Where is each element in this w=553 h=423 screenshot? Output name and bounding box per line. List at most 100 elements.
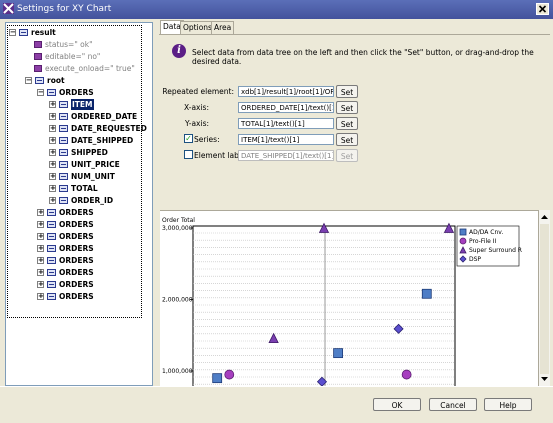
tree-label: ORDERS [59, 256, 94, 265]
repeated-element-label: Repeated element: [162, 87, 234, 96]
legend-marker [459, 237, 467, 245]
tree-label: DATE_SHIPPED [71, 136, 134, 145]
expand-toggle[interactable]: + [49, 101, 56, 108]
tree-label: ITEM [71, 99, 94, 110]
set-xaxis-button[interactable]: Set [336, 101, 358, 114]
tree-label: status=" ok" [45, 40, 93, 49]
tree-label: ORDERS [59, 220, 94, 229]
tree-label: execute_onload=" true" [45, 64, 135, 73]
expand-toggle[interactable]: + [49, 113, 56, 120]
cancel-button[interactable]: Cancel [429, 398, 477, 411]
data-point [224, 369, 235, 380]
collapse-toggle[interactable]: − [25, 77, 32, 84]
element-icon [59, 101, 68, 108]
expand-toggle[interactable]: + [37, 233, 44, 240]
tree-label: NUM_UNIT [71, 172, 115, 181]
chart-title: Order Total [162, 217, 195, 224]
tree-label: ORDERS [59, 268, 94, 277]
element-icon [35, 77, 44, 84]
data-point [212, 373, 223, 384]
data-tree[interactable]: − result status=" ok" editable=" no" exe… [5, 22, 153, 386]
tab-options[interactable]: Options [180, 21, 215, 34]
element-icon [47, 257, 56, 264]
scroll-up-icon[interactable] [539, 212, 550, 222]
collapse-toggle[interactable]: − [9, 29, 16, 36]
scroll-down-icon[interactable] [539, 374, 550, 384]
expand-toggle[interactable]: + [37, 293, 44, 300]
close-button[interactable] [536, 3, 549, 15]
expand-toggle[interactable]: + [49, 161, 56, 168]
data-point [421, 288, 432, 299]
expand-toggle[interactable]: + [37, 281, 44, 288]
y-tick-label: 2,000,000 [162, 297, 193, 304]
series-checkbox[interactable]: ✓ [184, 134, 193, 143]
yaxis-field[interactable]: TOTAL[1]/text()[1] [238, 118, 334, 129]
expand-toggle[interactable]: + [49, 137, 56, 144]
element-icon [47, 89, 56, 96]
collapse-toggle[interactable]: − [37, 89, 44, 96]
expand-toggle[interactable]: + [49, 173, 56, 180]
expand-toggle[interactable]: + [49, 149, 56, 156]
tree-label: root [47, 76, 65, 85]
attribute-icon [34, 41, 42, 48]
tree-label: ORDERS [59, 280, 94, 289]
set-series-button[interactable]: Set [336, 133, 358, 146]
set-repeated-button[interactable]: Set [336, 85, 358, 98]
element-label-checkbox[interactable] [184, 150, 193, 159]
tree-label: editable=" no" [45, 52, 101, 61]
app-icon [3, 3, 14, 14]
element-icon [47, 245, 56, 252]
tree-label: ORDERS [59, 244, 94, 253]
element-icon [59, 197, 68, 204]
repeated-element-field[interactable]: xdb[1]/result[1]/root[1]/ORDE [238, 86, 334, 97]
attribute-icon [34, 65, 42, 72]
tree-label: SHIPPED [71, 148, 108, 157]
expand-toggle[interactable]: + [49, 185, 56, 192]
expand-toggle[interactable]: + [37, 221, 44, 228]
tree-label: DATE_REQUESTED [71, 124, 147, 133]
element-icon [59, 173, 68, 180]
expand-toggle[interactable]: + [37, 269, 44, 276]
tree-label: ORDERS [59, 292, 94, 301]
attribute-icon [34, 53, 42, 60]
help-button[interactable]: Help [484, 398, 532, 411]
xy-chart: Order Total3,000,000 2,000,000 1,000,000 AD… [162, 217, 522, 387]
info-icon: i [172, 44, 186, 58]
legend-label: Super Surround R [469, 247, 522, 254]
series-label: Series: [194, 135, 220, 144]
window-title: Settings for XY Chart [17, 4, 112, 14]
expand-toggle[interactable]: + [37, 245, 44, 252]
legend-label: AD/DA Cnv. [469, 229, 503, 236]
element-icon [59, 149, 68, 156]
set-yaxis-button[interactable]: Set [336, 117, 358, 130]
ok-button[interactable]: OK [373, 398, 421, 411]
expand-toggle[interactable]: + [37, 209, 44, 216]
tab-area[interactable]: Area [211, 21, 235, 34]
tree-label: ORDER_ID [71, 196, 114, 205]
settings-window: Settings for XY Chart − result status=" … [0, 0, 553, 423]
element-icon [59, 185, 68, 192]
series-field[interactable]: ITEM[1]/text()[1] [238, 134, 334, 145]
title-bar: Settings for XY Chart [0, 0, 553, 19]
element-icon [59, 161, 68, 168]
xaxis-field[interactable]: ORDERED_DATE[1]/text()[1 [238, 102, 334, 113]
element-icon [47, 269, 56, 276]
element-icon [47, 221, 56, 228]
element-label-field[interactable]: DATE_SHIPPED[1]/text()[1] [238, 150, 334, 161]
element-icon [47, 209, 56, 216]
tree-label: UNIT_PRICE [71, 160, 120, 169]
tree-label: result [31, 28, 56, 37]
element-icon [59, 125, 68, 132]
expand-toggle[interactable]: + [49, 197, 56, 204]
expand-toggle[interactable]: + [49, 125, 56, 132]
tree-label: ORDERS [59, 232, 94, 241]
set-element-label-button[interactable]: Set [336, 149, 358, 162]
scroll-thumb[interactable] [540, 224, 549, 374]
yaxis-label: Y-axis: [185, 119, 209, 128]
close-icon [538, 5, 547, 13]
chart-vertical-scrollbar[interactable] [538, 210, 550, 386]
tree-label: ORDERED_DATE [71, 112, 138, 121]
data-point [401, 369, 412, 380]
xaxis-label: X-axis: [183, 103, 209, 112]
expand-toggle[interactable]: + [37, 257, 44, 264]
